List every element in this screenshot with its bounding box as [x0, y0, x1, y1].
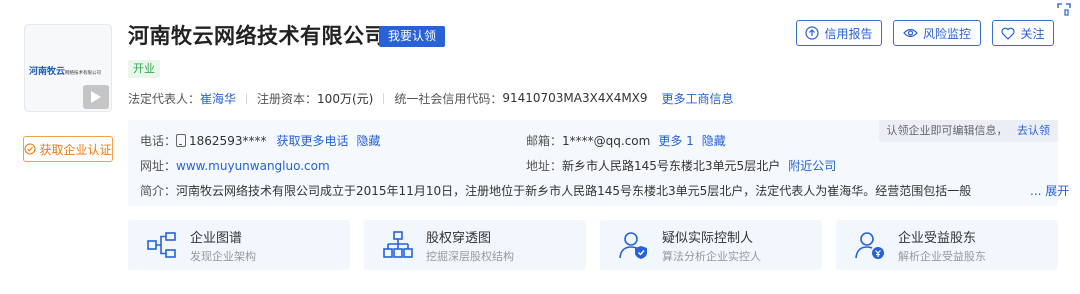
- feature-subtitle: 算法分析企业实控人: [662, 250, 761, 263]
- website-row: 网址： www.muyunwangluo.com: [140, 157, 330, 174]
- company-logo[interactable]: 河南牧云网络技术有限公司: [24, 24, 112, 112]
- phone-label: 电话：: [140, 134, 177, 148]
- nearby-companies-link[interactable]: 附近公司: [788, 157, 836, 174]
- hide-email-link[interactable]: 隐藏: [702, 132, 726, 149]
- feature-title: 企业图谱: [190, 231, 243, 246]
- claim-note-text: 认领企业即可编辑信息，: [886, 124, 1008, 137]
- equity-tree-icon: [383, 231, 413, 258]
- feature-card-beneficiary-shareholder[interactable]: 企业受益股东 解析企业受益股东: [836, 220, 1058, 270]
- divider: [246, 92, 248, 104]
- phone-row: 电话： 1862593**** 获取更多电话 隐藏: [140, 132, 381, 149]
- intro-text: 河南牧云网络技术有限公司成立于2015年11月10日，注册地位于新乡市人民路14…: [176, 184, 972, 198]
- intro-label: 简介：: [140, 184, 177, 198]
- status-badge: 开业: [128, 60, 160, 78]
- feature-card-org-graph[interactable]: 企业图谱 发现企业架构: [128, 220, 350, 270]
- certification-icon: [24, 143, 37, 155]
- legal-rep-label: 法定代表人：: [128, 91, 201, 106]
- credit-code-value: 91410703MA3X4X4MX9: [502, 91, 648, 105]
- eye-icon: [903, 28, 918, 38]
- feature-subtitle: 发现企业架构: [190, 250, 256, 263]
- feature-title: 疑似实际控制人: [662, 231, 754, 246]
- address-label: 地址：: [526, 159, 563, 173]
- company-name: 河南牧云网络技术有限公司: [128, 24, 386, 48]
- capital-value: 100万(元): [317, 91, 374, 106]
- website-label: 网址：: [140, 159, 177, 173]
- feature-subtitle: 挖掘深层股权结构: [426, 250, 514, 263]
- hide-phone-link[interactable]: 隐藏: [356, 132, 380, 149]
- controller-person-icon: [619, 232, 647, 259]
- intro-row: 简介： 河南牧云网络技术有限公司成立于2015年11月10日，注册地位于新乡市人…: [140, 182, 1069, 199]
- claim-company-button[interactable]: 我要认领: [379, 26, 446, 47]
- email-value: 1****@qq.com: [562, 133, 651, 148]
- org-graph-icon: [147, 232, 176, 258]
- heart-icon: [1001, 27, 1016, 40]
- email-row: 邮箱： 1****@qq.com 更多 1 隐藏: [526, 132, 726, 149]
- address-row: 地址： 新乡市人民路145号东楼北3单元5层北户 附近公司: [526, 157, 836, 174]
- beneficiary-person-icon: [855, 232, 884, 259]
- credit-report-label: 信用报告: [824, 26, 873, 41]
- company-header-card: 河南牧云网络技术有限公司 获取企业认证 河南牧云网络技术有限公司 我要认领 信用…: [0, 0, 1080, 294]
- feature-title: 股权穿透图: [426, 231, 492, 246]
- phone-value: 1862593****: [189, 133, 267, 148]
- expand-intro-link[interactable]: ... 展开: [1030, 182, 1069, 199]
- feature-subtitle: 解析企业受益股东: [898, 250, 986, 263]
- upload-report-icon: [805, 26, 820, 40]
- go-claim-link[interactable]: 去认领: [1017, 124, 1050, 137]
- phone-icon: [176, 134, 187, 147]
- get-certification-button[interactable]: 获取企业认证: [23, 136, 113, 162]
- play-video-icon[interactable]: [83, 85, 109, 109]
- divider: [383, 92, 385, 104]
- follow-label: 关注: [1020, 26, 1045, 41]
- follow-button[interactable]: 关注: [992, 20, 1054, 46]
- risk-monitor-button[interactable]: 风险监控: [893, 20, 981, 46]
- more-email-link[interactable]: 更多 1: [658, 132, 693, 149]
- claim-note: 认领企业即可编辑信息， 去认领: [878, 120, 1058, 142]
- feature-title: 企业受益股东: [898, 231, 977, 246]
- feature-card-actual-controller[interactable]: 疑似实际控制人 算法分析企业实控人: [600, 220, 822, 270]
- feature-card-equity-tree[interactable]: 股权穿透图 挖掘深层股权结构: [364, 220, 586, 270]
- logo-text: 河南牧云网络技术有限公司: [29, 66, 102, 77]
- risk-monitor-label: 风险监控: [922, 26, 971, 41]
- email-label: 邮箱：: [526, 134, 563, 148]
- more-phone-link[interactable]: 获取更多电话: [276, 132, 348, 149]
- credit-report-button[interactable]: 信用报告: [796, 20, 882, 46]
- more-business-info-link[interactable]: 更多工商信息: [662, 90, 734, 107]
- website-link[interactable]: www.muyunwangluo.com: [176, 159, 330, 173]
- expand-corner-icon[interactable]: [1056, 2, 1072, 18]
- credit-code-label: 统一社会信用代码：: [394, 91, 503, 106]
- capital-label: 注册资本：: [257, 91, 318, 106]
- address-value: 新乡市人民路145号东楼北3单元5层北户: [562, 159, 781, 173]
- contact-panel: 认领企业即可编辑信息， 去认领 电话： 1862593**** 获取更多电话 隐…: [128, 120, 1069, 206]
- legal-rep-link[interactable]: 崔海华: [200, 90, 236, 107]
- basic-info-row: 法定代表人： 崔海华 注册资本： 100万(元) 统一社会信用代码： 91410…: [128, 89, 734, 107]
- get-certification-label: 获取企业认证: [39, 142, 112, 157]
